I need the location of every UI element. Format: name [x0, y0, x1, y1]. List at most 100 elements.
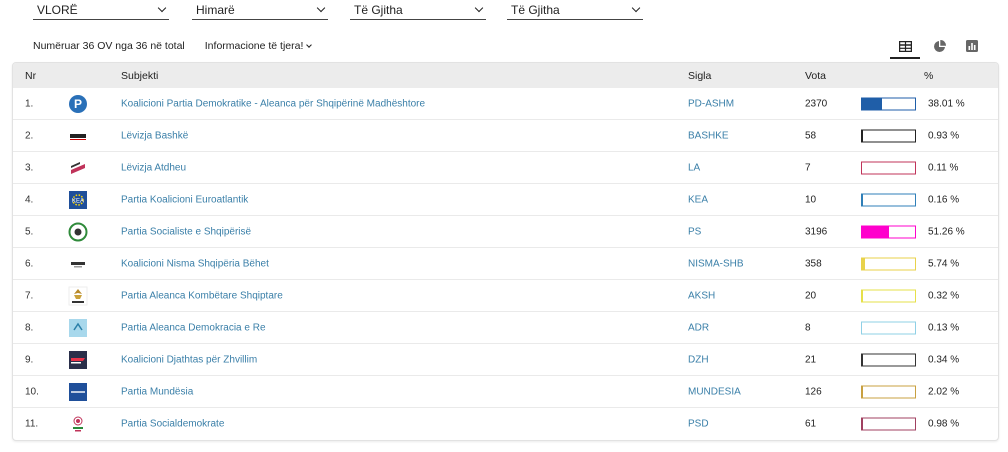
pie-view-button[interactable]	[930, 37, 948, 55]
chevron-down-icon	[474, 3, 484, 13]
row-subjekti-link[interactable]: Partia Aleanca Kombëtare Shqiptare	[121, 290, 283, 301]
row-percent-bar-fill	[862, 258, 866, 269]
row-subjekti-link[interactable]: Lëvizja Atdheu	[121, 162, 186, 173]
row-subjekti-link[interactable]: Partia Aleanca Demokracia e Re	[121, 322, 266, 333]
row-percent-bar-fill	[862, 226, 890, 237]
row-percent-bar-fill	[862, 98, 883, 109]
row-subjekti-link[interactable]: Koalicioni Djathtas për Zhvillim	[121, 354, 257, 365]
district-select[interactable]: VLORË	[33, 1, 169, 20]
row-pct: 51.26 %	[928, 226, 965, 237]
row-nr: 1.	[25, 98, 34, 109]
row-sigla: BASHKE	[688, 130, 729, 141]
pie-chart-icon	[933, 39, 946, 52]
row-sigla: KEA	[688, 194, 709, 205]
municipality-select-value: Himarë	[196, 3, 235, 17]
table-row: 7. Partia Aleanca Kombëtare Shqiptare AKSH…	[13, 280, 998, 312]
row-pct: 0.13 %	[928, 322, 960, 333]
row-subjekti-link[interactable]: Partia Koalicioni Euroatlantik	[121, 194, 248, 205]
chevron-down-icon	[631, 3, 641, 13]
row-percent-bar	[861, 129, 916, 142]
row-pct: 0.34 %	[928, 354, 960, 365]
row-percent-bar	[861, 161, 916, 174]
row-sigla: MUNDESIA	[688, 386, 741, 397]
station-select[interactable]: Të Gjitha	[507, 1, 643, 20]
unit-select[interactable]: Të Gjitha	[350, 1, 486, 20]
row-subjekti-link[interactable]: Koalicioni Partia Demokratike - Aleanca …	[121, 98, 425, 109]
table-view-button[interactable]	[890, 37, 920, 59]
row-pct: 0.11 %	[928, 162, 959, 173]
row-sigla: ADR	[688, 322, 710, 333]
row-percent-bar	[861, 257, 916, 270]
table-row: 5. Partia Socialiste e Shqipërisë PS 3196 51…	[13, 216, 998, 248]
row-vota: 21	[805, 354, 817, 365]
row-percent-bar	[861, 193, 916, 206]
more-info-label: Informacione të tjera!	[204, 40, 304, 52]
bashke-logo	[68, 126, 88, 146]
adr-logo	[68, 318, 88, 338]
info-bar: Numëruar 36 OV nga 36 në total Informaci…	[33, 39, 313, 53]
row-percent-bar	[861, 289, 916, 302]
row-nr: 8.	[25, 322, 34, 333]
header-nr: Nr	[25, 70, 37, 82]
row-nr: 3.	[25, 162, 34, 173]
row-vota: 8	[805, 322, 811, 333]
row-nr: 10.	[25, 386, 39, 397]
municipality-select[interactable]: Himarë	[192, 1, 328, 20]
chevron-down-icon	[157, 3, 167, 13]
unit-select-value: Të Gjitha	[354, 3, 403, 17]
row-sigla: LA	[688, 162, 701, 173]
row-vota: 20	[805, 290, 817, 301]
bar-view-button[interactable]	[963, 37, 981, 55]
row-sigla: NISMA-SHB	[688, 258, 744, 269]
row-vota: 2370	[805, 98, 828, 109]
table-row: 9. Koalicioni Djathtas për Zhvillim DZH 21 0…	[13, 344, 998, 376]
table-row: 1. P Koalicioni Partia Demokratike - Alean…	[13, 88, 998, 120]
table-row: 3. Lëvizja Atdheu LA 7 0.11 %	[13, 152, 998, 184]
row-vota: 3196	[805, 226, 828, 237]
filter-bar: VLORË Himarë Të Gjitha Të Gjitha	[0, 0, 1008, 22]
ps-logo	[68, 222, 88, 242]
row-subjekti-link[interactable]: Koalicioni Nisma Shqipëria Bëhet	[121, 258, 269, 269]
table-row: 8. Partia Aleanca Demokracia e Re ADR 8 0.13…	[13, 312, 998, 344]
row-pct: 5.74 %	[928, 258, 960, 269]
row-percent-bar-fill	[862, 418, 863, 430]
table-row: 6. Koalicioni Nisma Shqipëria Bëhet NISMA-…	[13, 248, 998, 280]
row-subjekti-link[interactable]: Partia Mundësia	[121, 386, 193, 397]
row-percent-bar-fill	[862, 386, 864, 397]
row-vota: 126	[805, 386, 822, 397]
row-nr: 2.	[25, 130, 34, 141]
row-sigla: AKSH	[688, 290, 716, 301]
more-info-toggle[interactable]: Informacione të tjera!	[204, 40, 313, 52]
row-subjekti-link[interactable]: Lëvizja Bashkë	[121, 130, 188, 141]
aksh-logo	[68, 286, 88, 306]
row-pct: 0.16 %	[928, 194, 960, 205]
row-nr: 9.	[25, 354, 34, 365]
row-subjekti-link[interactable]: Partia Socialdemokrate	[121, 419, 224, 430]
row-nr: 11.	[25, 418, 39, 430]
row-vota: 358	[805, 258, 822, 269]
row-pct: 2.02 %	[928, 386, 960, 397]
row-vota: 10	[805, 194, 817, 205]
row-percent-bar	[861, 385, 916, 398]
row-percent-bar	[861, 417, 916, 431]
row-nr: 5.	[25, 226, 34, 237]
row-sigla: PD-ASHM	[688, 98, 735, 109]
row-nr: 4.	[25, 194, 34, 205]
count-text: Numëruar 36 OV nga 36 në total	[33, 40, 185, 52]
table-header: Nr Subjekti Sigla Vota %	[13, 63, 998, 88]
row-percent-bar	[861, 97, 916, 110]
nisma-logo	[68, 254, 88, 274]
kea-logo: KEA	[68, 190, 88, 210]
row-subjekti-link[interactable]: Partia Socialiste e Shqipërisë	[121, 226, 251, 237]
results-table: Nr Subjekti Sigla Vota % 1. P Koalicioni P…	[12, 62, 999, 441]
bar-chart-icon	[966, 40, 978, 52]
row-nr: 7.	[25, 290, 34, 301]
row-percent-bar	[861, 353, 916, 366]
row-pct: 0.32 %	[928, 290, 960, 301]
table-row: 4. KEA Partia Koalicioni Euroatlantik KEA 10…	[13, 184, 998, 216]
table-icon	[898, 40, 912, 52]
district-select-value: VLORË	[37, 3, 78, 17]
row-vota: 58	[805, 130, 817, 141]
table-row: 10. Partia Mundësia MUNDESIA 126 2.02 %	[13, 376, 998, 408]
row-sigla: DZH	[688, 354, 709, 365]
